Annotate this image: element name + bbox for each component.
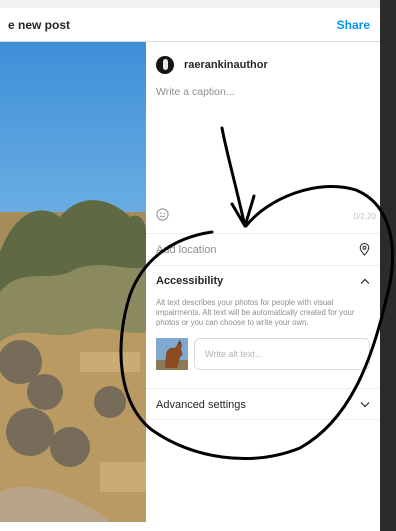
author-row: raerankinauthor bbox=[156, 56, 268, 74]
emoji-icon[interactable] bbox=[156, 208, 169, 221]
create-post-modal: e new post Share raerankinauthor Write a… bbox=[0, 8, 380, 522]
chevron-down-icon bbox=[360, 402, 370, 408]
chevron-up-icon[interactable] bbox=[360, 278, 370, 284]
alt-text-photo-thumbnail bbox=[156, 338, 188, 370]
add-location-label: Add location bbox=[156, 244, 217, 256]
landscape-photo bbox=[0, 42, 146, 522]
caption-input[interactable]: Write a caption... bbox=[156, 86, 370, 98]
location-pin-icon bbox=[359, 243, 370, 256]
post-photo-preview bbox=[0, 42, 146, 522]
screen: e new post Share raerankinauthor Write a… bbox=[0, 0, 396, 531]
add-location-row[interactable]: Add location bbox=[146, 233, 380, 265]
advanced-settings-title: Advanced settings bbox=[156, 399, 246, 411]
avatar bbox=[156, 56, 174, 74]
accessibility-title[interactable]: Accessibility bbox=[156, 275, 223, 287]
caption-character-count: 0/2,20 bbox=[353, 212, 376, 221]
backdrop-right bbox=[380, 0, 396, 531]
modal-title: e new post bbox=[8, 18, 71, 32]
backdrop-top bbox=[0, 0, 396, 8]
accessibility-description: Alt text describes your photos for peopl… bbox=[156, 298, 355, 327]
accessibility-section: Accessibility Alt text describes your ph… bbox=[146, 265, 380, 388]
advanced-settings-row[interactable]: Advanced settings bbox=[146, 388, 380, 420]
alt-text-input[interactable] bbox=[194, 338, 370, 370]
share-button[interactable]: Share bbox=[337, 18, 370, 32]
modal-header: e new post Share bbox=[0, 8, 380, 42]
thumbnail-image bbox=[156, 338, 188, 370]
post-details-panel: raerankinauthor Write a caption... 0/2,2… bbox=[146, 42, 380, 522]
username: raerankinauthor bbox=[184, 59, 268, 71]
